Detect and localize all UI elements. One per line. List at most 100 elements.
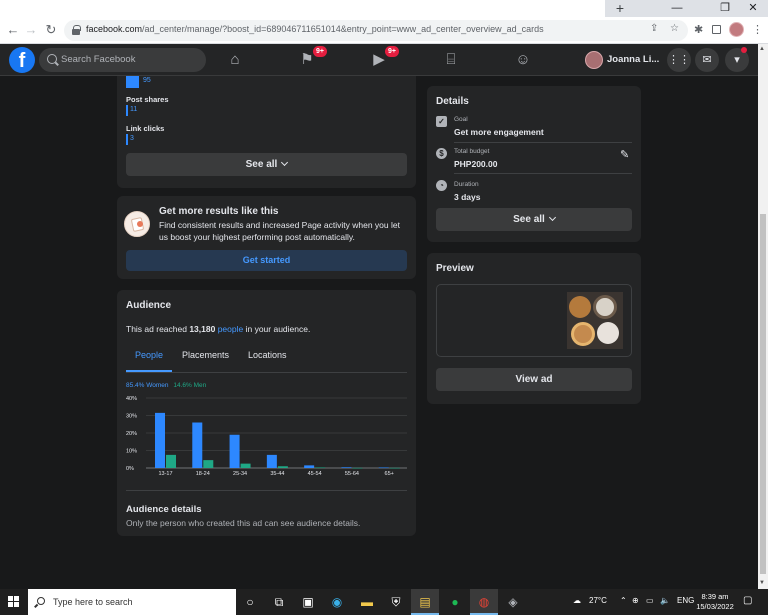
messenger-icon[interactable]: ✉	[695, 48, 719, 72]
flag-pages-icon[interactable]: ⚑ 9+	[297, 46, 327, 69]
reach-people-link[interactable]: people	[218, 324, 244, 334]
restore-button[interactable]: ❐	[710, 0, 740, 17]
tab-people[interactable]: People	[135, 350, 163, 360]
tray-chevron-up-icon[interactable]: ⌃	[620, 596, 627, 605]
bookmark-star-icon[interactable]: ☆	[670, 23, 679, 34]
forward-icon[interactable]: →	[22, 21, 40, 39]
men-bar-45-54[interactable]	[315, 467, 326, 469]
y-tick-label: 10%	[126, 449, 137, 455]
audience-title: Audience	[126, 300, 172, 311]
men-bar-35-44[interactable]	[277, 466, 288, 468]
details-title: Details	[436, 96, 469, 107]
close-window-button[interactable]: ✕	[738, 0, 768, 17]
edit-pencil-icon[interactable]: ✎	[620, 148, 629, 161]
preview-image[interactable]	[567, 292, 623, 349]
scroll-down-icon[interactable]: ▼	[759, 580, 765, 586]
promo-body: Find consistent results and increased Pa…	[159, 220, 400, 242]
page-scrollbar[interactable]: ▲ ▼	[758, 44, 768, 589]
results-see-all-button[interactable]: See all	[126, 153, 407, 176]
get-started-button[interactable]: Get started	[126, 250, 407, 271]
file-explorer-icon[interactable]: ▬	[353, 589, 381, 615]
network-icon[interactable]: ▭	[646, 596, 654, 605]
facebook-search-input[interactable]: Search Facebook	[39, 48, 206, 72]
profile-button[interactable]: Joanna Li...	[582, 49, 662, 71]
menu-grid-icon[interactable]: ⋮⋮	[667, 48, 691, 72]
weather-temp[interactable]: 27°C	[589, 596, 607, 605]
browser-profile-avatar[interactable]	[729, 22, 744, 37]
details-separator	[454, 142, 632, 143]
x-tick-label: 13-17	[158, 471, 172, 477]
men-bar-55-64[interactable]	[352, 467, 363, 469]
task-view-icon[interactable]: ⧉	[265, 589, 293, 615]
chevron-down-icon	[281, 158, 289, 167]
women-bar-65+[interactable]	[378, 467, 389, 469]
taskbar-clock[interactable]: 8:39 am 15/03/2022	[693, 592, 737, 612]
reload-icon[interactable]: ↻	[42, 21, 60, 39]
share-icon[interactable]: ⇪	[650, 23, 658, 34]
details-see-all-button[interactable]: See all	[436, 208, 632, 231]
men-bar-18-24[interactable]	[203, 460, 214, 468]
marketplace-icon[interactable]: ⌸	[441, 51, 461, 69]
legend-men: 14.6% Men	[173, 382, 207, 389]
facebook-logo[interactable]: f	[9, 47, 35, 73]
extensions-icon[interactable]: ✱	[694, 23, 703, 37]
volume-icon[interactable]: 🔈	[660, 596, 670, 605]
store-icon[interactable]: ▣	[294, 589, 322, 615]
women-bar-55-64[interactable]	[341, 467, 352, 468]
back-icon[interactable]: ←	[4, 21, 22, 39]
url-input[interactable]: facebook.com/ad_center/manage/?boost_id=…	[64, 20, 688, 41]
search-icon	[37, 597, 45, 605]
women-bar-18-24[interactable]	[192, 422, 203, 469]
women-bar-35-44[interactable]	[266, 454, 277, 468]
women-bar-25-34[interactable]	[229, 434, 240, 468]
y-tick-label: 20%	[126, 431, 137, 437]
app-icon[interactable]: ◈	[499, 589, 527, 615]
language-indicator[interactable]: ENG	[677, 596, 694, 605]
profile-avatar	[585, 51, 603, 69]
browser-menu-icon[interactable]: ⋮	[752, 23, 763, 37]
women-bar-13-17[interactable]	[155, 412, 165, 468]
minimize-button[interactable]: —	[662, 0, 692, 17]
home-icon[interactable]: ⌂	[225, 51, 245, 69]
metric-bar-link-clicks	[126, 134, 128, 145]
tab-placements[interactable]: Placements	[182, 350, 229, 360]
side-panel-icon[interactable]	[712, 25, 721, 34]
spotify-icon[interactable]: ●	[441, 589, 469, 615]
edge-icon[interactable]: ◉	[323, 589, 351, 615]
address-bar: ← → ↻ facebook.com/ad_center/manage/?boo…	[0, 17, 768, 44]
goal-label: Goal	[454, 116, 468, 123]
chevron-down-icon	[548, 213, 556, 222]
view-ad-button[interactable]: View ad	[436, 368, 632, 391]
x-tick-label: 35-44	[270, 471, 284, 477]
groups-icon[interactable]: ☺	[513, 51, 533, 69]
tab-locations[interactable]: Locations	[248, 350, 287, 360]
watch-video-icon[interactable]: ▶ 9+	[369, 46, 399, 69]
metric-label-post-shares: Post shares	[126, 95, 169, 104]
new-tab-button[interactable]: +	[613, 0, 627, 17]
url-text: facebook.com/ad_center/manage/?boost_id=…	[86, 24, 544, 34]
cortana-icon[interactable]: ○	[236, 589, 264, 615]
weather-cloud-icon[interactable]: ☁	[573, 596, 581, 605]
men-bar-65+[interactable]	[389, 467, 400, 469]
x-tick-label: 25-34	[233, 471, 247, 477]
tray-app-icon[interactable]: ⊕	[632, 596, 639, 605]
chrome-icon[interactable]: ◍	[470, 589, 498, 615]
taskbar-search-input[interactable]: Type here to search	[28, 589, 236, 615]
promo-title: Get more results like this	[159, 206, 279, 217]
women-bar-45-54[interactable]	[304, 465, 315, 468]
security-shield-icon[interactable]: ⛨	[382, 589, 410, 615]
duration-label: Duration	[454, 181, 479, 188]
windows-start-icon[interactable]	[0, 589, 28, 615]
scroll-up-icon[interactable]: ▲	[759, 46, 765, 52]
clock-time: 8:39 am	[701, 592, 729, 601]
account-notification-dot	[741, 47, 747, 53]
scrollbar-thumb[interactable]	[760, 214, 766, 574]
men-bar-25-34[interactable]	[240, 463, 251, 468]
y-tick-label: 0%	[126, 466, 134, 472]
notifications-icon[interactable]: ▢	[743, 595, 752, 606]
age-gender-chart: 0% 10% 20% 30% 40% 13-17 18-24 25-34 35-44 45-54 5…	[126, 396, 407, 477]
goal-value: Get more engagement	[454, 127, 544, 137]
men-bar-13-17[interactable]	[166, 454, 176, 468]
browser-tab[interactable]	[0, 0, 605, 17]
sticky-notes-icon[interactable]: ▤	[411, 589, 439, 615]
